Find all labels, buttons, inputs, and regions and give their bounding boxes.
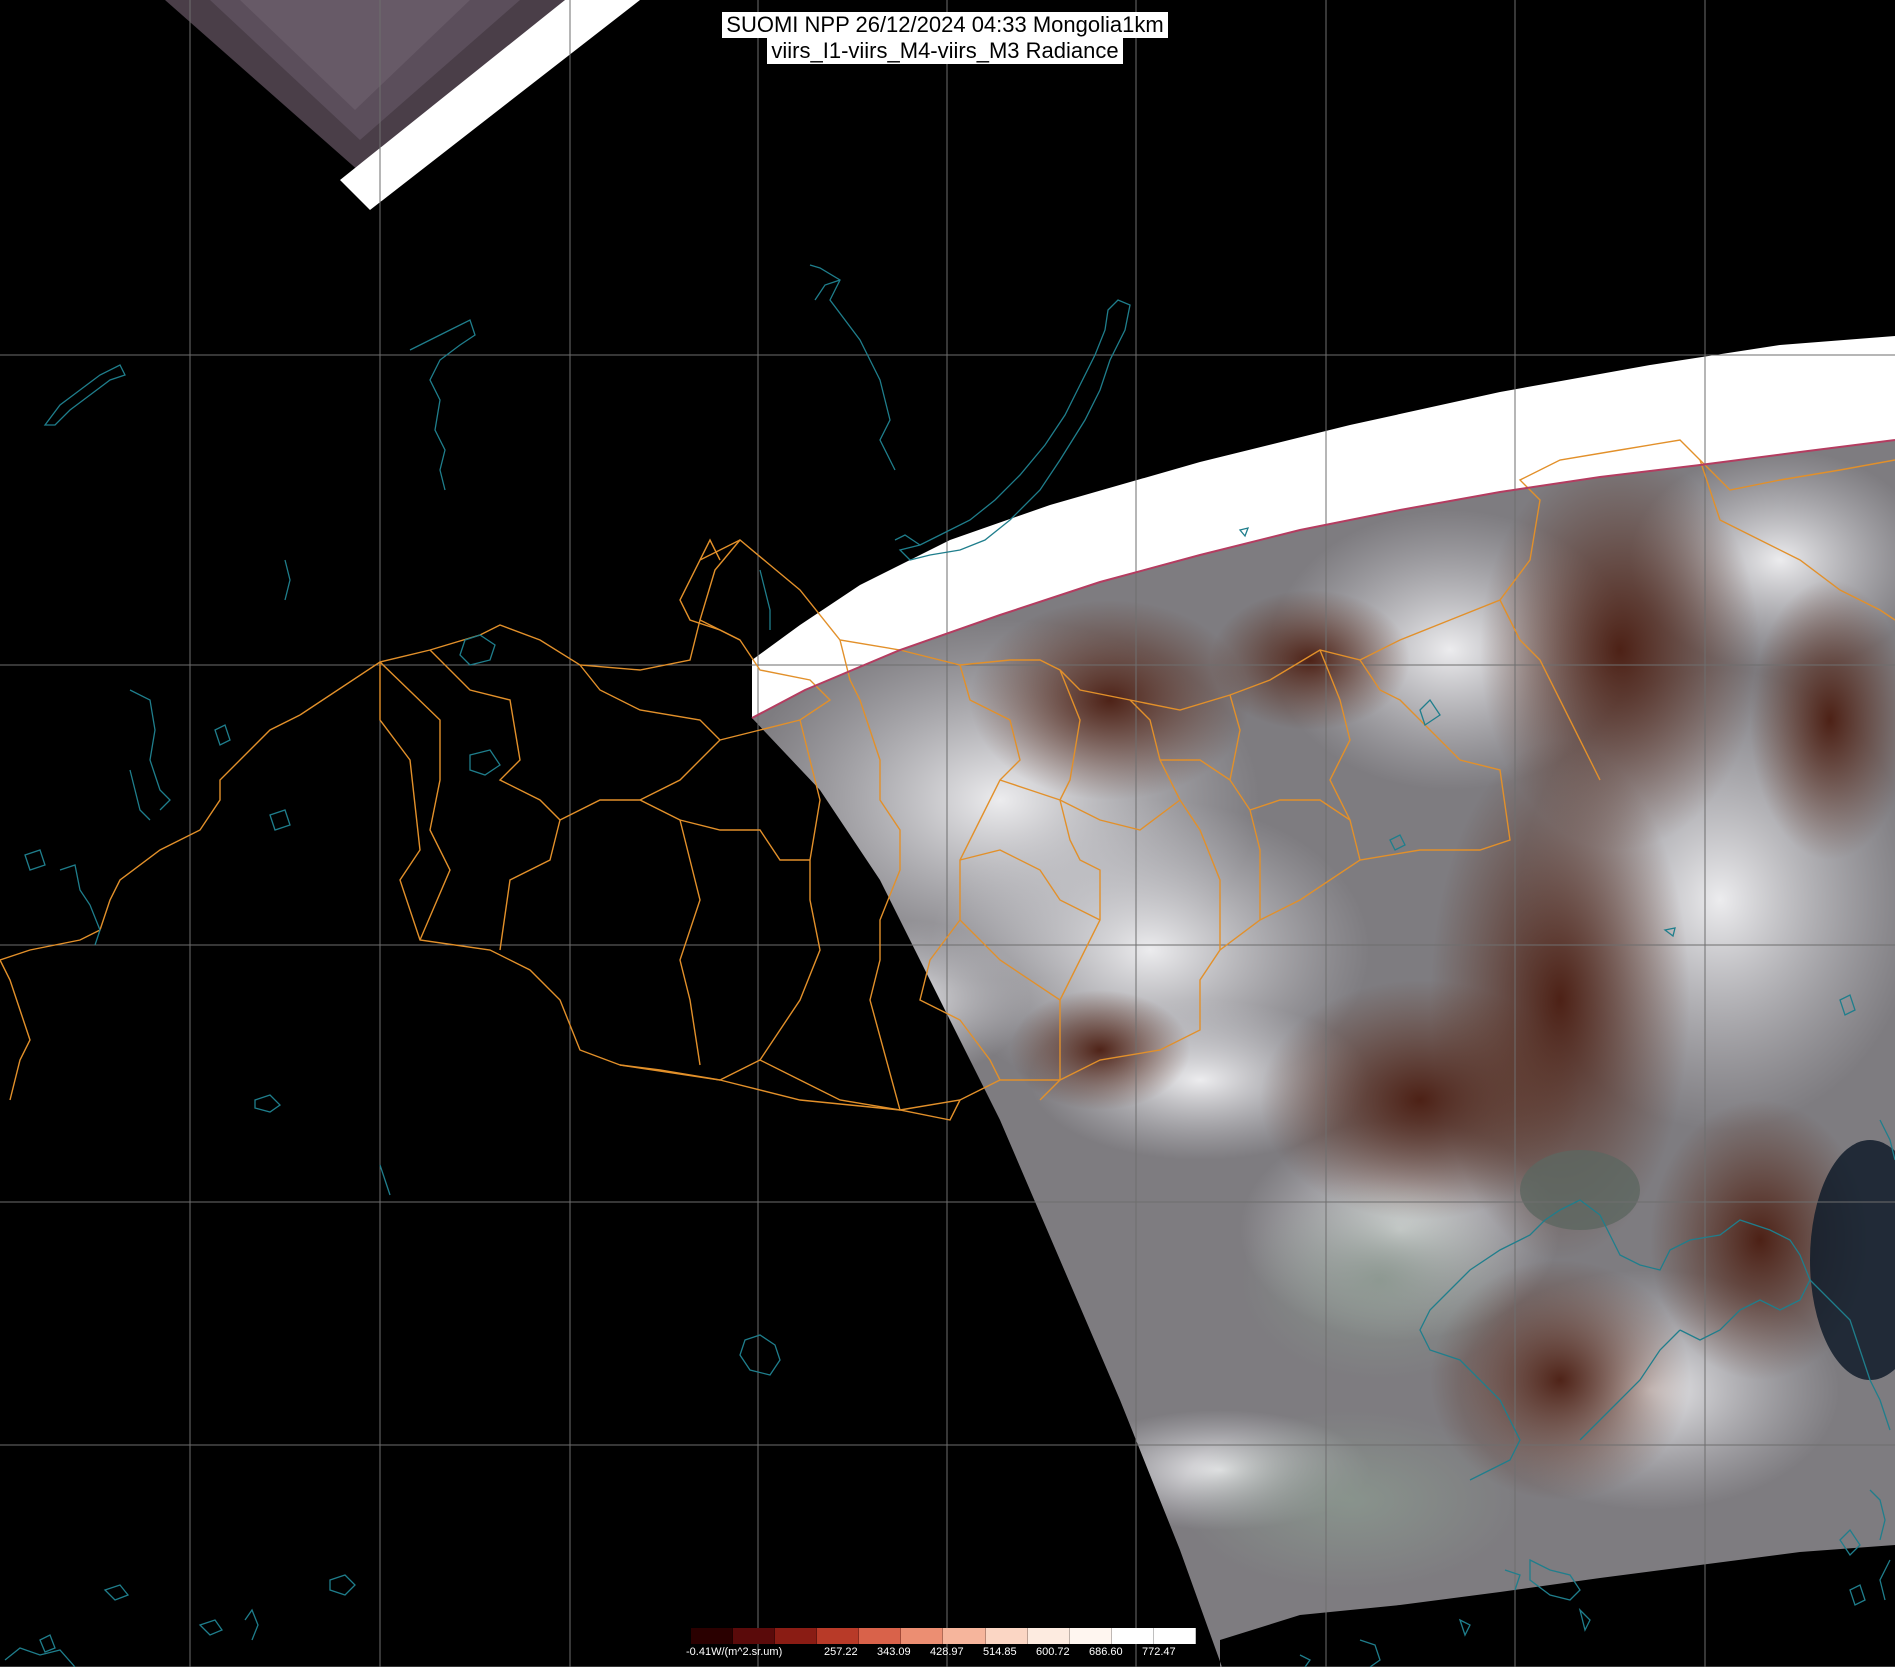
colorbar-unit-label: -0.41W/(m^2.sr.um): [686, 1646, 783, 1658]
colorbar-tick: 257.22: [824, 1646, 858, 1658]
colorbar-segment: [901, 1628, 944, 1644]
colorbar-tick: 343.09: [877, 1646, 911, 1658]
colorbar-segment: [775, 1628, 818, 1644]
colorbar-tick: 686.60: [1089, 1646, 1123, 1658]
image-title: SUOMI NPP 26/12/2024 04:33 Mongolia1km v…: [700, 12, 1190, 64]
colorbar-segment: [817, 1628, 860, 1644]
colorbar-tick: 428.97: [930, 1646, 964, 1658]
colorbar-segment: [859, 1628, 902, 1644]
colorbar-gradient: [691, 1628, 1196, 1644]
colorbar-tick: 600.72: [1036, 1646, 1070, 1658]
colorbar-segment: [1069, 1628, 1112, 1644]
colorbar-segment: [943, 1628, 986, 1644]
title-line-satellite: SUOMI NPP 26/12/2024 04:33 Mongolia1km: [722, 12, 1168, 38]
title-line-bands: viirs_I1-viirs_M4-viirs_M3 Radiance: [767, 38, 1123, 64]
colorbar-segment: [985, 1628, 1028, 1644]
satellite-map: [0, 0, 1895, 1667]
colorbar-segment: [1027, 1628, 1070, 1644]
colorbar-labels: -0.41W/(m^2.sr.um) 257.22 343.09 428.97 …: [686, 1646, 1206, 1664]
colorbar-segment: [1153, 1628, 1196, 1644]
radiance-colorbar: -0.41W/(m^2.sr.um) 257.22 343.09 428.97 …: [686, 1626, 1206, 1667]
colorbar-tick: 772.47: [1142, 1646, 1176, 1658]
colorbar-segment: [1111, 1628, 1154, 1644]
colorbar-tick: 514.85: [983, 1646, 1017, 1658]
colorbar-segment: [733, 1628, 776, 1644]
colorbar-segment: [691, 1628, 734, 1644]
